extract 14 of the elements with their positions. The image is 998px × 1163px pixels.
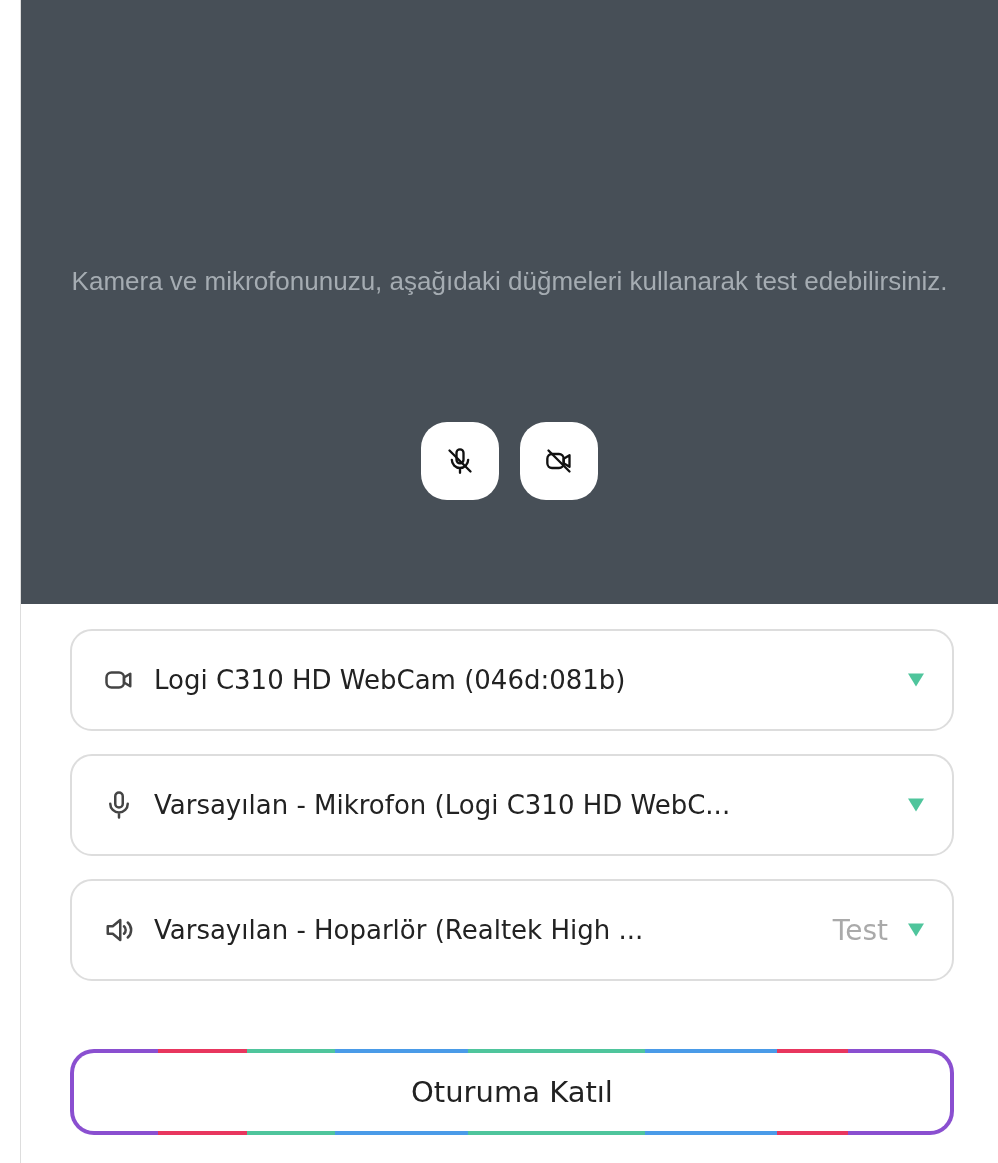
device-name: Varsayılan - Mikrofon (Logi C310 HD WebC... <box>154 790 732 820</box>
microphone-toggle-button[interactable] <box>421 422 499 500</box>
caret-icon <box>908 672 924 688</box>
device-select[interactable]: Varsayılan - Hoparlör (Realtek High ... Test <box>70 879 954 981</box>
caret-icon <box>908 797 924 813</box>
device-name: Logi C310 HD WebCam (046d:081b) <box>154 665 627 695</box>
device-name: Varsayılan - Hoparlör (Realtek High ... <box>154 915 645 945</box>
device-select[interactable]: Logi C310 HD WebCam (046d:081b) <box>70 629 954 731</box>
device-select[interactable]: Varsayılan - Mikrofon (Logi C310 HD WebC... <box>70 754 954 856</box>
preview-message: Kamera ve mikrofonunuzu, aşağıdaki düğmeleri kullanarak test edebilirsiniz. <box>70 265 949 298</box>
caret-icon <box>908 922 924 938</box>
video-camera-off-icon <box>545 447 573 475</box>
microphone-off-icon <box>446 447 474 475</box>
camera-toggle-button[interactable] <box>520 422 598 500</box>
